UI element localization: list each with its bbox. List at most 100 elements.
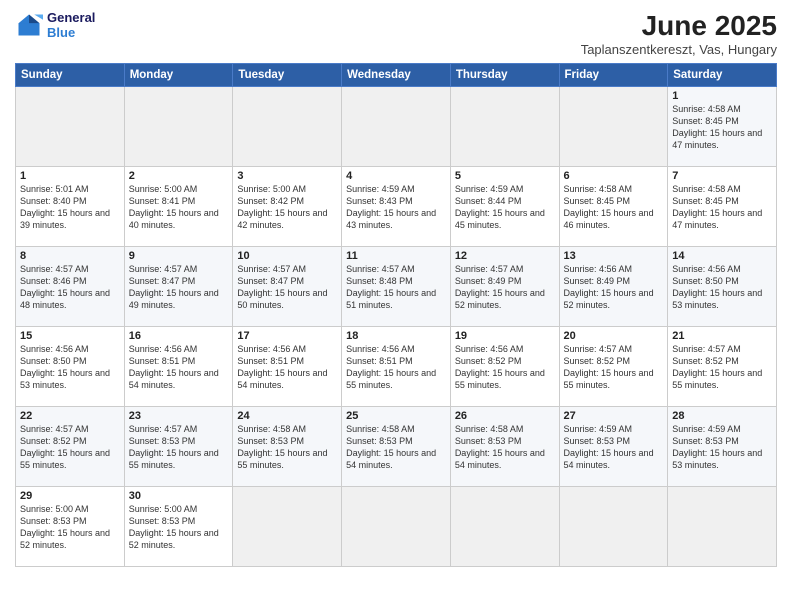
day-cell: 13Sunrise: 4:56 AMSunset: 8:49 PMDayligh…: [559, 247, 668, 327]
day-info: Sunrise: 4:58 AMSunset: 8:53 PMDaylight:…: [346, 423, 446, 472]
day-cell: 5Sunrise: 4:59 AMSunset: 8:44 PMDaylight…: [450, 167, 559, 247]
day-number: 30: [129, 490, 229, 502]
day-info: Sunrise: 4:56 AMSunset: 8:50 PMDaylight:…: [20, 343, 120, 392]
week-row-5: 22Sunrise: 4:57 AMSunset: 8:52 PMDayligh…: [16, 407, 777, 487]
day-cell: 27Sunrise: 4:59 AMSunset: 8:53 PMDayligh…: [559, 407, 668, 487]
day-cell: 10Sunrise: 4:57 AMSunset: 8:47 PMDayligh…: [233, 247, 342, 327]
day-info: Sunrise: 4:57 AMSunset: 8:52 PMDaylight:…: [20, 423, 120, 472]
day-info: Sunrise: 4:58 AMSunset: 8:45 PMDaylight:…: [564, 183, 664, 232]
day-cell: [559, 487, 668, 567]
day-cell: 2Sunrise: 5:00 AMSunset: 8:41 PMDaylight…: [124, 167, 233, 247]
day-number: 17: [237, 330, 337, 342]
day-cell: 30Sunrise: 5:00 AMSunset: 8:53 PMDayligh…: [124, 487, 233, 567]
col-header-saturday: Saturday: [668, 64, 777, 87]
day-cell: [233, 487, 342, 567]
day-info: Sunrise: 5:01 AMSunset: 8:40 PMDaylight:…: [20, 183, 120, 232]
day-cell: 8Sunrise: 4:57 AMSunset: 8:46 PMDaylight…: [16, 247, 125, 327]
day-number: 9: [129, 250, 229, 262]
day-cell: 20Sunrise: 4:57 AMSunset: 8:52 PMDayligh…: [559, 327, 668, 407]
day-info: Sunrise: 4:57 AMSunset: 8:52 PMDaylight:…: [564, 343, 664, 392]
day-info: Sunrise: 4:56 AMSunset: 8:52 PMDaylight:…: [455, 343, 555, 392]
day-info: Sunrise: 4:56 AMSunset: 8:51 PMDaylight:…: [129, 343, 229, 392]
day-cell: 14Sunrise: 4:56 AMSunset: 8:50 PMDayligh…: [668, 247, 777, 327]
logo-text: General Blue: [47, 10, 95, 40]
day-cell: 12Sunrise: 4:57 AMSunset: 8:49 PMDayligh…: [450, 247, 559, 327]
day-info: Sunrise: 4:57 AMSunset: 8:52 PMDaylight:…: [672, 343, 772, 392]
week-row-4: 15Sunrise: 4:56 AMSunset: 8:50 PMDayligh…: [16, 327, 777, 407]
day-cell: 24Sunrise: 4:58 AMSunset: 8:53 PMDayligh…: [233, 407, 342, 487]
day-number: 5: [455, 170, 555, 182]
day-info: Sunrise: 5:00 AMSunset: 8:41 PMDaylight:…: [129, 183, 229, 232]
day-info: Sunrise: 4:58 AMSunset: 8:53 PMDaylight:…: [455, 423, 555, 472]
col-header-tuesday: Tuesday: [233, 64, 342, 87]
day-cell: 19Sunrise: 4:56 AMSunset: 8:52 PMDayligh…: [450, 327, 559, 407]
day-number: 6: [564, 170, 664, 182]
day-number: 26: [455, 410, 555, 422]
header: General Blue June 2025 Taplanszentkeresz…: [15, 10, 777, 57]
calendar-table: SundayMondayTuesdayWednesdayThursdayFrid…: [15, 63, 777, 567]
day-number: 19: [455, 330, 555, 342]
day-number: 1: [672, 90, 772, 102]
day-cell: 23Sunrise: 4:57 AMSunset: 8:53 PMDayligh…: [124, 407, 233, 487]
day-number: 7: [672, 170, 772, 182]
day-cell: 7Sunrise: 4:58 AMSunset: 8:45 PMDaylight…: [668, 167, 777, 247]
day-number: 13: [564, 250, 664, 262]
day-number: 27: [564, 410, 664, 422]
day-number: 2: [129, 170, 229, 182]
week-row-3: 8Sunrise: 4:57 AMSunset: 8:46 PMDaylight…: [16, 247, 777, 327]
day-cell: 4Sunrise: 4:59 AMSunset: 8:43 PMDaylight…: [342, 167, 451, 247]
day-cell: 6Sunrise: 4:58 AMSunset: 8:45 PMDaylight…: [559, 167, 668, 247]
day-number: 12: [455, 250, 555, 262]
week-row-1: 1Sunrise: 4:58 AMSunset: 8:45 PMDaylight…: [16, 87, 777, 167]
day-info: Sunrise: 4:58 AMSunset: 8:45 PMDaylight:…: [672, 103, 772, 152]
day-info: Sunrise: 5:00 AMSunset: 8:53 PMDaylight:…: [20, 503, 120, 552]
day-cell: 17Sunrise: 4:56 AMSunset: 8:51 PMDayligh…: [233, 327, 342, 407]
day-number: 21: [672, 330, 772, 342]
day-number: 10: [237, 250, 337, 262]
day-cell: [559, 87, 668, 167]
day-cell: [16, 87, 125, 167]
day-info: Sunrise: 4:59 AMSunset: 8:44 PMDaylight:…: [455, 183, 555, 232]
day-info: Sunrise: 4:57 AMSunset: 8:48 PMDaylight:…: [346, 263, 446, 312]
day-cell: 1Sunrise: 5:01 AMSunset: 8:40 PMDaylight…: [16, 167, 125, 247]
col-header-thursday: Thursday: [450, 64, 559, 87]
day-number: 24: [237, 410, 337, 422]
day-cell: 22Sunrise: 4:57 AMSunset: 8:52 PMDayligh…: [16, 407, 125, 487]
day-cell: [668, 487, 777, 567]
day-info: Sunrise: 4:56 AMSunset: 8:49 PMDaylight:…: [564, 263, 664, 312]
day-cell: [124, 87, 233, 167]
location-title: Taplanszentkereszt, Vas, Hungary: [581, 42, 777, 57]
day-info: Sunrise: 4:56 AMSunset: 8:51 PMDaylight:…: [237, 343, 337, 392]
day-cell: 9Sunrise: 4:57 AMSunset: 8:47 PMDaylight…: [124, 247, 233, 327]
day-number: 11: [346, 250, 446, 262]
day-cell: 15Sunrise: 4:56 AMSunset: 8:50 PMDayligh…: [16, 327, 125, 407]
day-cell: 26Sunrise: 4:58 AMSunset: 8:53 PMDayligh…: [450, 407, 559, 487]
day-info: Sunrise: 4:57 AMSunset: 8:49 PMDaylight:…: [455, 263, 555, 312]
day-info: Sunrise: 4:56 AMSunset: 8:51 PMDaylight:…: [346, 343, 446, 392]
day-info: Sunrise: 4:58 AMSunset: 8:45 PMDaylight:…: [672, 183, 772, 232]
day-info: Sunrise: 5:00 AMSunset: 8:42 PMDaylight:…: [237, 183, 337, 232]
header-row: SundayMondayTuesdayWednesdayThursdayFrid…: [16, 64, 777, 87]
day-cell: [342, 487, 451, 567]
page-container: General Blue June 2025 Taplanszentkeresz…: [0, 0, 792, 577]
day-number: 4: [346, 170, 446, 182]
day-info: Sunrise: 4:57 AMSunset: 8:46 PMDaylight:…: [20, 263, 120, 312]
day-info: Sunrise: 4:56 AMSunset: 8:50 PMDaylight:…: [672, 263, 772, 312]
day-cell: 3Sunrise: 5:00 AMSunset: 8:42 PMDaylight…: [233, 167, 342, 247]
col-header-wednesday: Wednesday: [342, 64, 451, 87]
day-cell: 25Sunrise: 4:58 AMSunset: 8:53 PMDayligh…: [342, 407, 451, 487]
day-number: 28: [672, 410, 772, 422]
day-number: 25: [346, 410, 446, 422]
week-row-2: 1Sunrise: 5:01 AMSunset: 8:40 PMDaylight…: [16, 167, 777, 247]
day-cell: [450, 87, 559, 167]
day-number: 15: [20, 330, 120, 342]
day-info: Sunrise: 4:57 AMSunset: 8:47 PMDaylight:…: [129, 263, 229, 312]
day-number: 16: [129, 330, 229, 342]
day-number: 18: [346, 330, 446, 342]
day-number: 23: [129, 410, 229, 422]
day-cell: 21Sunrise: 4:57 AMSunset: 8:52 PMDayligh…: [668, 327, 777, 407]
day-cell: [450, 487, 559, 567]
day-cell: 29Sunrise: 5:00 AMSunset: 8:53 PMDayligh…: [16, 487, 125, 567]
day-cell: 16Sunrise: 4:56 AMSunset: 8:51 PMDayligh…: [124, 327, 233, 407]
day-cell: 1Sunrise: 4:58 AMSunset: 8:45 PMDaylight…: [668, 87, 777, 167]
